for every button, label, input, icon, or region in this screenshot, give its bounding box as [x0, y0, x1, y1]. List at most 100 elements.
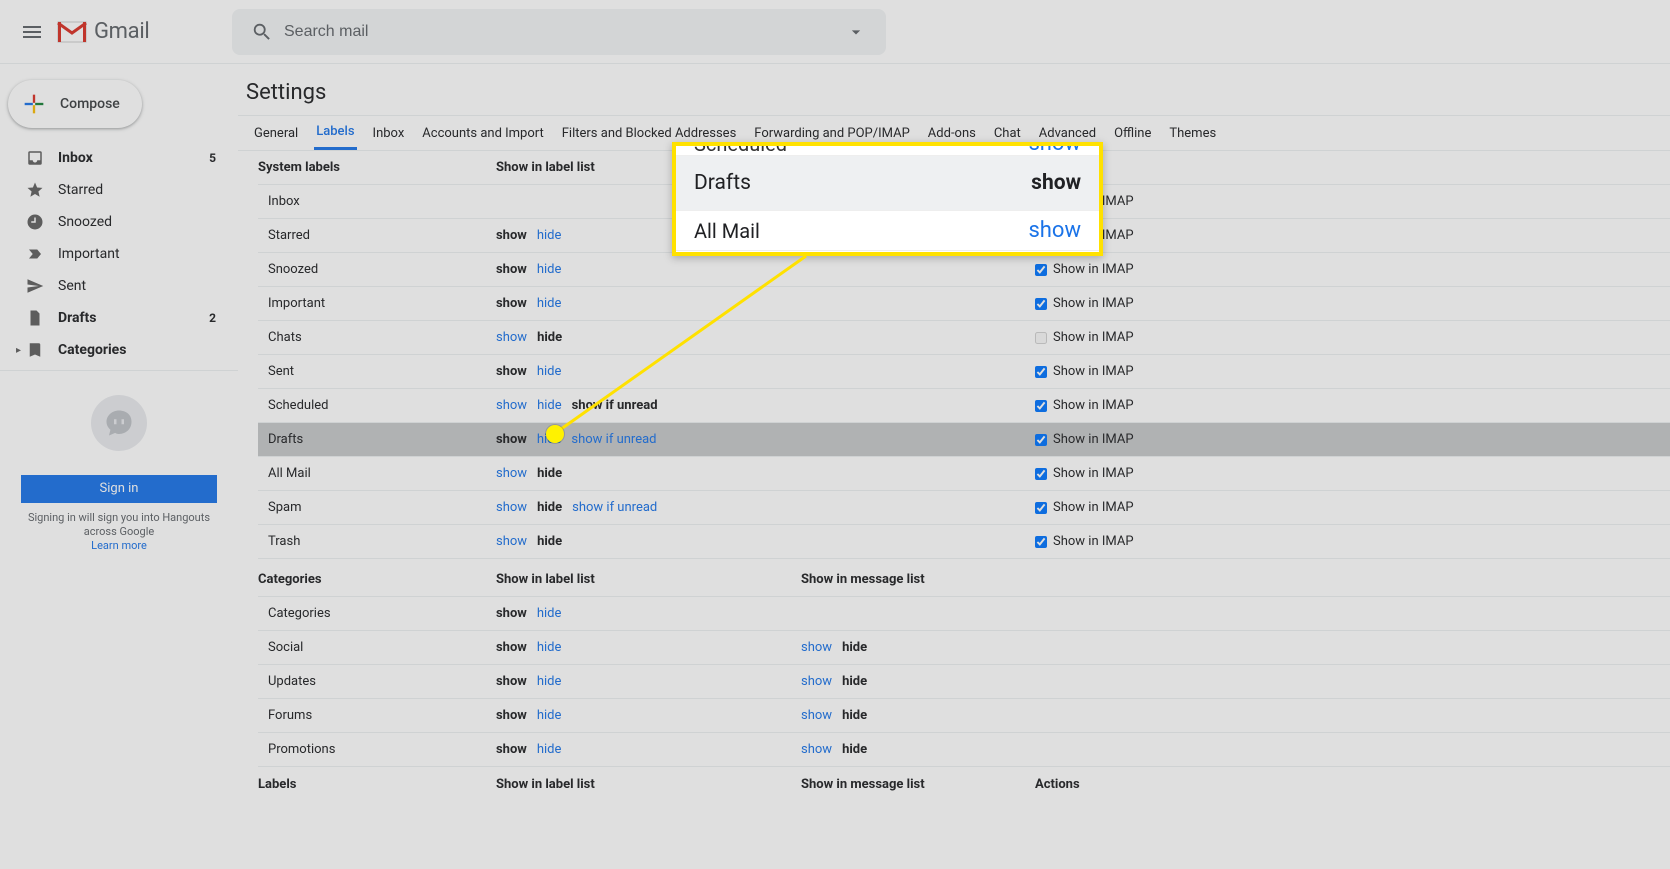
show-option[interactable]: show [801, 640, 832, 655]
show-in-list-options: show hide [496, 330, 801, 345]
show-in-list-options: showhide [496, 640, 801, 655]
show-option[interactable]: show [801, 708, 832, 723]
label-name: Trash [258, 534, 496, 549]
show-if-unread-option[interactable]: show if unread [571, 432, 656, 447]
imap-toggle: Show in IMAP [1035, 296, 1465, 311]
label-name: Categories [258, 606, 496, 621]
learn-more-link[interactable]: Learn more [91, 539, 147, 552]
imap-checkbox[interactable] [1035, 434, 1047, 446]
sidebar-item-starred[interactable]: Starred [0, 174, 238, 206]
hide-option[interactable]: hide [537, 640, 562, 655]
sidebar-item-inbox[interactable]: Inbox5 [0, 142, 238, 174]
search-options-icon[interactable] [834, 22, 878, 42]
search-input[interactable] [284, 23, 834, 41]
tab-accounts-and-import[interactable]: Accounts and Import [420, 116, 545, 150]
callout-zoom: Scheduled show Drafts show All Mail show [672, 142, 1103, 256]
show-option[interactable]: show [496, 466, 527, 481]
gmail-icon [56, 20, 88, 44]
signin-button[interactable]: Sign in [21, 475, 217, 503]
tab-offline[interactable]: Offline [1112, 116, 1153, 150]
show-in-list-options: show hide show if unread [496, 398, 801, 413]
label-name: Social [258, 640, 496, 655]
tab-labels[interactable]: Labels [314, 116, 356, 150]
show-in-list-options: showhide [496, 742, 801, 757]
imap-checkbox[interactable] [1035, 502, 1047, 514]
show-in-list-options: showhide [496, 534, 801, 549]
gmail-logo[interactable]: Gmail [56, 19, 230, 44]
label-name: Chats [258, 330, 496, 345]
hide-option[interactable]: hide [537, 606, 562, 621]
imap-checkbox[interactable] [1035, 298, 1047, 310]
sidebar: Compose Inbox5StarredSnoozed Important Sen… [0, 64, 238, 869]
hangouts-note: Signing in will sign you into Hangouts a… [21, 511, 217, 553]
tab-themes[interactable]: Themes [1167, 116, 1218, 150]
sidebar-item-count: 5 [209, 151, 226, 165]
tab-inbox[interactable]: Inbox [371, 116, 407, 150]
hide-option[interactable]: hide [537, 708, 562, 723]
imap-toggle: Show in IMAP [1035, 398, 1465, 413]
show-option[interactable]: show [801, 674, 832, 689]
sidebar-item-snoozed[interactable]: Snoozed [0, 206, 238, 238]
show-in-list-options: show hide [496, 466, 801, 481]
sidebar-item-label: Categories [58, 342, 226, 358]
label-name: Spam [258, 500, 496, 515]
hide-option[interactable]: hide [537, 296, 562, 311]
hide-option[interactable]: hide [537, 742, 562, 757]
imap-toggle: Show in IMAP [1035, 432, 1465, 447]
callout-row-scheduled: Scheduled show [676, 142, 1099, 156]
show-in-list-options: show hide show if unread [496, 500, 801, 515]
show-option[interactable]: show [496, 330, 527, 345]
show-if-unread-option: show if unread [572, 398, 658, 413]
sidebar-item-label: Important [58, 246, 226, 262]
label-name: Updates [258, 674, 496, 689]
show-in-msglist-options: showhide [801, 742, 1035, 757]
category-row-forums: Forumsshowhideshowhide [258, 699, 1670, 733]
show-option[interactable]: show [496, 398, 527, 413]
imap-toggle: Show in IMAP [1035, 466, 1465, 481]
hide-option[interactable]: hide [537, 674, 562, 689]
imap-checkbox[interactable] [1035, 400, 1047, 412]
hide-option: hide [537, 500, 562, 515]
hide-option: hide [537, 330, 562, 345]
menu-icon[interactable] [8, 8, 56, 56]
sidebar-item-sent[interactable]: Sent [0, 270, 238, 302]
search-icon[interactable] [240, 21, 284, 43]
inbox-icon [26, 149, 58, 167]
hide-option[interactable]: hide [537, 262, 562, 277]
app-header: Gmail [0, 0, 1670, 64]
show-in-list-options: showhide [496, 262, 801, 277]
show-if-unread-option[interactable]: show if unread [572, 500, 657, 515]
hide-option[interactable]: hide [537, 432, 562, 447]
show-in-list-options: showhide [496, 364, 801, 379]
label-row-snoozed: SnoozedshowhideShow in IMAP [258, 253, 1670, 287]
show-option[interactable]: show [801, 742, 832, 757]
show-option[interactable]: show [496, 534, 527, 549]
imap-checkbox[interactable] [1035, 332, 1047, 344]
label-row-drafts: Draftsshowhideshow if unreadShow in IMAP [258, 423, 1670, 457]
callout-row-drafts: Drafts show [676, 156, 1099, 211]
imap-checkbox[interactable] [1035, 366, 1047, 378]
hide-option[interactable]: hide [537, 228, 562, 243]
sidebar-item-categories[interactable]: Categories [0, 334, 238, 366]
compose-button[interactable]: Compose [8, 80, 142, 128]
label-name: Forums [258, 708, 496, 723]
search-bar[interactable] [232, 9, 886, 55]
hide-option[interactable]: hide [537, 364, 562, 379]
sidebar-item-drafts[interactable]: Drafts2 [0, 302, 238, 334]
hangouts-icon [91, 395, 147, 451]
tab-general[interactable]: General [252, 116, 300, 150]
imap-checkbox[interactable] [1035, 536, 1047, 548]
sidebar-item-important[interactable]: Important [0, 238, 238, 270]
show-option[interactable]: show [496, 500, 527, 515]
sidebar-item-label: Sent [58, 278, 226, 294]
hide-option: hide [537, 466, 562, 481]
show-option: show [496, 708, 527, 723]
hide-option[interactable]: hide [537, 398, 562, 413]
callout-row-allmail: All Mail show [676, 211, 1099, 251]
show-in-msglist-options: showhide [801, 674, 1035, 689]
clock-icon [26, 213, 58, 231]
imap-toggle: Show in IMAP [1035, 534, 1465, 549]
label-name: Inbox [258, 194, 496, 209]
imap-checkbox[interactable] [1035, 468, 1047, 480]
imap-checkbox[interactable] [1035, 264, 1047, 276]
